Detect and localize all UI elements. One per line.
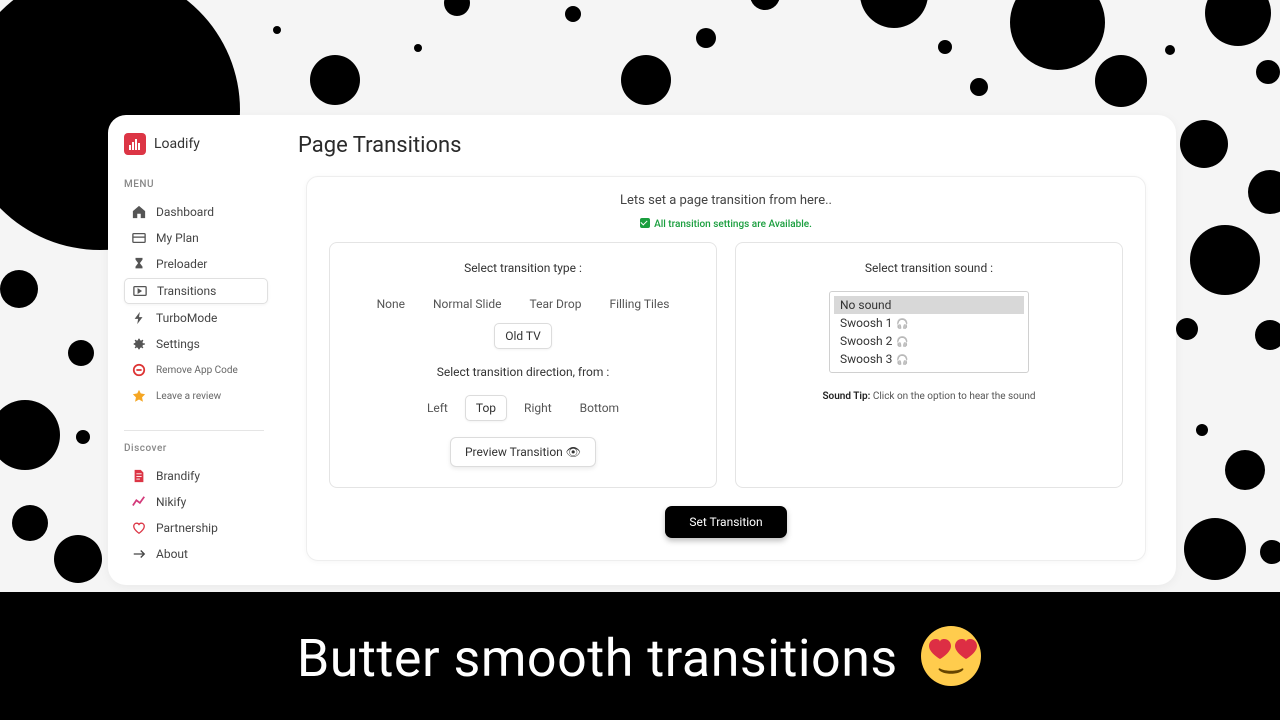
sidebar-item-label: Settings	[156, 337, 200, 351]
type-option-normal-slide[interactable]: Normal Slide	[422, 291, 513, 317]
sidebar-item-my-plan[interactable]: My Plan	[124, 226, 268, 250]
type-option-filling-tiles[interactable]: Filling Tiles	[598, 291, 680, 317]
type-option-tear-drop[interactable]: Tear Drop	[519, 291, 593, 317]
sidebar-item-label: Leave a review	[156, 391, 221, 402]
preview-button[interactable]: Preview Transition 👁	[450, 437, 596, 467]
transition-sound-panel: Select transition sound : No soundSwoosh…	[735, 242, 1123, 488]
discover-label: Discover	[124, 443, 276, 454]
heart-eyes-emoji	[919, 624, 983, 688]
sidebar-item-turbomode[interactable]: TurboMode	[124, 306, 268, 330]
card-intro: Lets set a page transition from here..	[329, 193, 1123, 208]
footer-text: Butter smooth transitions	[297, 624, 983, 689]
settings-card: Lets set a page transition from here.. A…	[306, 176, 1146, 561]
heart-icon	[132, 521, 146, 535]
bolt-icon	[132, 311, 146, 325]
brand-name: Loadify	[154, 136, 200, 152]
star-icon	[132, 389, 146, 403]
sidebar-item-preloader[interactable]: Preloader	[124, 252, 268, 276]
page-title: Page Transitions	[298, 133, 1146, 158]
sidebar-item-label: My Plan	[156, 231, 199, 245]
set-transition-button[interactable]: Set Transition	[665, 506, 786, 538]
type-option-old-tv[interactable]: Old TV	[494, 323, 552, 349]
sidebar-item-label: Brandify	[156, 469, 200, 483]
app-window: Loadify MENU Dashboard My Plan Preloader Tr…	[108, 115, 1176, 585]
sidebar-item-partnership[interactable]: Partnership	[124, 516, 268, 540]
sidebar-item-dashboard[interactable]: Dashboard	[124, 200, 268, 224]
direction-label: Select transition direction, from :	[344, 365, 702, 379]
hourglass-icon	[132, 257, 146, 271]
remove-icon	[132, 363, 146, 377]
sound-option-swoosh-2[interactable]: Swoosh 2🎧	[834, 332, 1024, 350]
sidebar-item-label: Remove App Code	[156, 365, 238, 376]
sidebar-item-label: Preloader	[156, 257, 207, 271]
sidebar-item-label: Transitions	[157, 284, 216, 298]
sidebar-item-settings[interactable]: Settings	[124, 332, 268, 356]
sidebar-item-leave-a-review[interactable]: Leave a review	[124, 384, 268, 408]
sound-option-swoosh-3[interactable]: Swoosh 3🎧	[834, 350, 1024, 368]
doc-icon	[132, 469, 146, 483]
sound-option-swoosh-1[interactable]: Swoosh 1🎧	[834, 314, 1024, 332]
sidebar-item-label: About	[156, 547, 188, 561]
promo-footer: Butter smooth transitions	[0, 592, 1280, 720]
direction-option-left[interactable]: Left	[416, 395, 459, 421]
direction-option-bottom[interactable]: Bottom	[569, 395, 630, 421]
sidebar-item-label: Dashboard	[156, 205, 214, 219]
home-icon	[132, 205, 146, 219]
headphones-icon: 🎧	[896, 319, 908, 330]
main-content: Page Transitions Lets set a page transit…	[276, 115, 1176, 585]
check-icon	[640, 218, 650, 228]
headphones-icon: 🎧	[896, 337, 908, 348]
sound-select[interactable]: No soundSwoosh 1🎧Swoosh 2🎧Swoosh 3🎧	[829, 291, 1029, 373]
type-label: Select transition type :	[344, 261, 702, 275]
transition-icon	[133, 284, 147, 298]
sidebar-item-remove-app-code[interactable]: Remove App Code	[124, 358, 268, 382]
type-option-none[interactable]: None	[366, 291, 416, 317]
sound-option-no-sound[interactable]: No sound	[834, 296, 1024, 314]
card-icon	[132, 231, 146, 245]
sidebar-item-label: Nikify	[156, 495, 186, 509]
gear-icon	[132, 337, 146, 351]
sidebar: Loadify MENU Dashboard My Plan Preloader Tr…	[108, 115, 276, 585]
direction-option-top[interactable]: Top	[465, 395, 507, 421]
sidebar-item-about[interactable]: About	[124, 542, 268, 566]
sidebar-item-nikify[interactable]: Nikify	[124, 490, 268, 514]
sound-label: Select transition sound :	[750, 261, 1108, 275]
sidebar-item-brandify[interactable]: Brandify	[124, 464, 268, 488]
headphones-icon: 🎧	[896, 355, 908, 366]
about-icon	[132, 547, 146, 561]
direction-option-right[interactable]: Right	[513, 395, 563, 421]
availability-note: All transition settings are Available.	[329, 218, 1123, 230]
sound-tip: Sound Tip: Click on the option to hear t…	[750, 391, 1108, 402]
brand-icon	[124, 133, 146, 155]
sidebar-item-label: Partnership	[156, 521, 218, 535]
chart-icon	[132, 495, 146, 509]
menu-label: MENU	[124, 179, 276, 190]
brand: Loadify	[124, 133, 276, 155]
sidebar-item-transitions[interactable]: Transitions	[124, 278, 268, 304]
sidebar-item-label: TurboMode	[156, 311, 217, 325]
transition-type-panel: Select transition type : NoneNormal Slid…	[329, 242, 717, 488]
